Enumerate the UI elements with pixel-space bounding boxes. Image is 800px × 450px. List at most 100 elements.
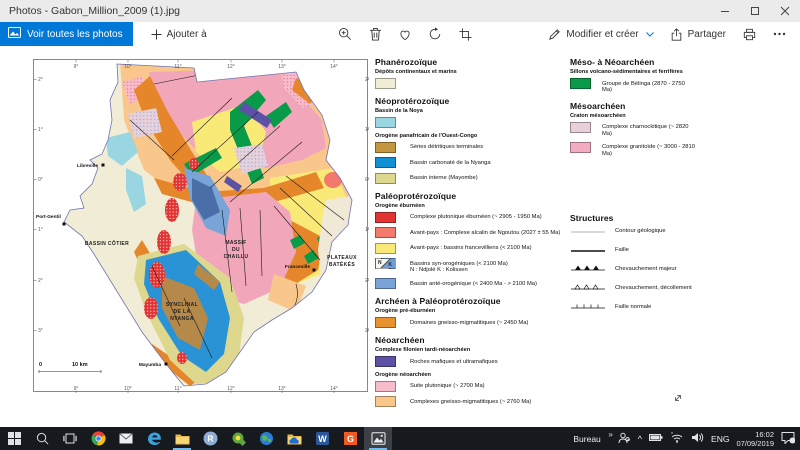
legend-swatch bbox=[375, 212, 396, 223]
legend-label: Roches mafiques et ultramafiques bbox=[410, 356, 498, 365]
plus-icon bbox=[151, 29, 162, 40]
axis-label-left: 2° bbox=[38, 278, 43, 284]
share-button[interactable]: Partager bbox=[662, 28, 734, 41]
legend-item: Groupe de Bélinga (2870 - 2750 Ma) bbox=[570, 78, 695, 94]
hidden-icons-chevron[interactable]: ^ bbox=[638, 434, 642, 444]
legend-column-1: PhanérozoïqueDépôts continentaux et mari… bbox=[375, 57, 565, 412]
edit-create-button[interactable]: Modifier et créer bbox=[540, 28, 661, 41]
region-label: MASSIF bbox=[225, 240, 246, 246]
toolbar-overflow-chevrons: » bbox=[608, 430, 612, 439]
legend-subheading: Sillons volcano-sédimentaires et ferrifè… bbox=[570, 69, 695, 75]
structure-label: Chevauchement, décollement bbox=[615, 285, 692, 291]
system-tray: Bureau » ^ * ENG 16:02 07/09/2019 bbox=[573, 427, 800, 450]
desktop-toolbar[interactable]: Bureau » bbox=[573, 434, 610, 444]
legend-swatch bbox=[570, 78, 591, 89]
share-icon bbox=[670, 28, 683, 41]
legend-swatch bbox=[375, 317, 396, 328]
axis-label-top: 9° bbox=[74, 64, 79, 70]
crop-button[interactable] bbox=[450, 22, 480, 46]
window-title: Photos - Gabon_Million_2009 (1).jpg bbox=[0, 5, 710, 17]
region-label: SYNCLINAL bbox=[166, 302, 198, 308]
zoom-button[interactable] bbox=[330, 22, 360, 46]
favorite-button[interactable] bbox=[390, 22, 420, 46]
edit-icon bbox=[548, 28, 561, 41]
volume-icon[interactable] bbox=[691, 432, 704, 445]
file-explorer-icon[interactable] bbox=[168, 427, 196, 450]
rstudio-icon[interactable]: R bbox=[196, 427, 224, 450]
axis-label-bottom: 10° bbox=[124, 386, 132, 392]
fullscreen-icon[interactable] bbox=[672, 391, 684, 409]
qgis-icon[interactable] bbox=[224, 427, 252, 450]
notification-center-icon[interactable] bbox=[781, 431, 795, 446]
print-button[interactable] bbox=[734, 28, 764, 41]
language-indicator[interactable]: ENG bbox=[711, 434, 729, 444]
add-to-button[interactable]: Ajouter à bbox=[143, 22, 215, 46]
taskbar-search-icon[interactable] bbox=[28, 427, 56, 450]
close-button[interactable] bbox=[770, 0, 800, 22]
legend-item bbox=[375, 117, 565, 128]
task-view-icon[interactable] bbox=[56, 427, 84, 450]
axis-label-bottom: 9° bbox=[74, 386, 79, 392]
axis-label-bottom: 13° bbox=[278, 386, 286, 392]
region-label: DU bbox=[232, 247, 240, 253]
legend-subheading: Complexe filonien tardi-néoarchéen bbox=[375, 347, 565, 353]
maximize-button[interactable] bbox=[740, 0, 770, 22]
command-bar: Voir toutes les photos Ajouter à bbox=[0, 22, 800, 46]
clock[interactable]: 16:02 07/09/2019 bbox=[736, 430, 774, 448]
tray-date: 07/09/2019 bbox=[736, 439, 774, 448]
svg-text:R: R bbox=[207, 434, 213, 444]
legend-item: Complexe charnockitique (~ 2820 Ma) bbox=[570, 122, 695, 138]
axis-label-left: 1° bbox=[38, 127, 43, 133]
legend-label: Complexe charnockitique (~ 2820 Ma) bbox=[602, 122, 695, 138]
edge-icon[interactable] bbox=[140, 427, 168, 450]
axis-label-top: 14° bbox=[330, 64, 338, 70]
orange-g-app-icon[interactable]: G bbox=[336, 427, 364, 450]
photos-app-icon[interactable] bbox=[364, 427, 392, 450]
photo-viewer-canvas: 9°10°11°12°13°14°9°10°11°12°13°14°2°1°0°… bbox=[0, 46, 800, 427]
legend-item: Bassin interne (Mayombe) bbox=[375, 173, 565, 184]
legend-swatch bbox=[375, 278, 396, 289]
legend-item: Complexe granitoïde (~ 3000 - 2810 Ma) bbox=[570, 142, 695, 158]
arcgis-globe-icon[interactable] bbox=[252, 427, 280, 450]
city-dot bbox=[63, 223, 66, 226]
legend-item bbox=[375, 78, 565, 89]
legend-label: Complexe granitoïde (~ 3000 - 2810 Ma) bbox=[602, 142, 695, 158]
legend-swatch bbox=[375, 142, 396, 153]
word-icon[interactable]: W bbox=[308, 427, 336, 450]
legend-label: Avant-pays : bassins francevilliens (< 2… bbox=[410, 243, 532, 252]
legend-swatch bbox=[375, 381, 396, 392]
chrome-icon[interactable] bbox=[84, 427, 112, 450]
see-all-photos-button[interactable]: Voir toutes les photos bbox=[0, 22, 133, 46]
chevron-down-icon bbox=[646, 29, 654, 40]
legend-heading: Structures bbox=[570, 213, 695, 223]
start-button[interactable] bbox=[0, 427, 28, 450]
axis-label-right: 2° bbox=[365, 278, 369, 284]
scale-bar: 0 10 km bbox=[39, 362, 101, 373]
legend-label: Bassin anté-orogénique (< 2400 Ma - > 21… bbox=[410, 278, 537, 287]
legend-label-line2: N : Ndjolé K : Kolissen bbox=[410, 267, 508, 274]
legend-label: Complexes gneisso-migmatitiques (~ 2760 … bbox=[410, 396, 531, 405]
region-label: PLATEAUX bbox=[327, 255, 357, 261]
minimize-button[interactable] bbox=[710, 0, 740, 22]
mail-icon[interactable] bbox=[112, 427, 140, 450]
legend-spacer bbox=[570, 162, 695, 206]
more-button[interactable] bbox=[764, 32, 794, 36]
photos-app-window: Photos - Gabon_Million_2009 (1).jpg Voir… bbox=[0, 0, 800, 450]
svg-text:0: 0 bbox=[39, 362, 42, 368]
wifi-icon[interactable]: * bbox=[670, 432, 684, 445]
legend-subheading: Orogène panafricain de l'Ouest-Congo bbox=[375, 133, 565, 139]
legend-label: Suite plutonique (~ 2700 Ma) bbox=[410, 381, 485, 390]
people-icon[interactable] bbox=[618, 432, 631, 446]
onedrive-folder-icon[interactable] bbox=[280, 427, 308, 450]
legend-swatch bbox=[375, 117, 396, 128]
rotate-button[interactable] bbox=[420, 22, 450, 46]
axis-label-top: 12° bbox=[227, 64, 235, 70]
legend-label: Bassin interne (Mayombe) bbox=[410, 173, 478, 182]
legend-swatch bbox=[570, 142, 591, 153]
axis-label-right: 2° bbox=[365, 77, 369, 83]
delete-button[interactable] bbox=[360, 22, 390, 46]
legend-item: NKBassins syn-orogéniques (< 2100 Ma)N :… bbox=[375, 258, 565, 274]
legend-swatch bbox=[375, 78, 396, 89]
legend-label: Bassin carbonaté de la Nyanga bbox=[410, 157, 491, 166]
battery-icon[interactable] bbox=[649, 433, 663, 444]
